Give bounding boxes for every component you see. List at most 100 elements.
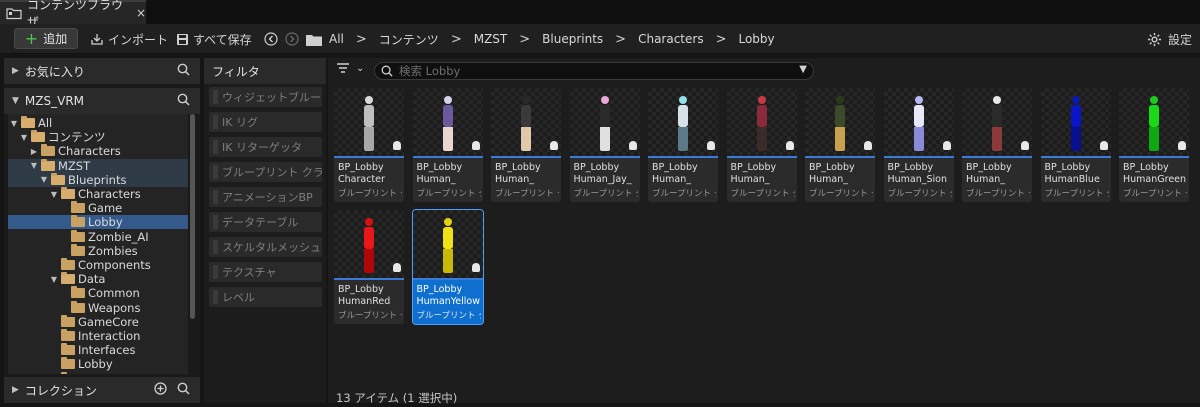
asset-type-bar [962, 156, 1032, 158]
expand-arrow-icon[interactable]: ▼ [50, 275, 58, 284]
tree-folder-item[interactable]: Zombies [8, 243, 188, 258]
filter-chip[interactable]: IK リターゲッタ [209, 137, 322, 157]
asset-tile[interactable]: BP_LobbyHuman_Sion ブループリント クラス [883, 88, 954, 202]
tree-folder-item[interactable]: Interfaces [8, 343, 188, 357]
breadcrumb-separator-icon[interactable]: > [615, 32, 626, 47]
close-icon[interactable]: × [136, 6, 146, 20]
filter-chip[interactable]: ブループリント クラス [209, 162, 322, 182]
asset-name-line1: BP_Lobby [338, 162, 384, 173]
back-button[interactable] [264, 29, 278, 49]
tree-folder-item[interactable]: MainMenu [8, 371, 188, 374]
tree-folder-item[interactable]: Common [8, 286, 188, 300]
breadcrumb-item[interactable]: コンテンツ [379, 31, 439, 48]
tree-folder-item[interactable]: ▼ Blueprints [8, 172, 188, 187]
breadcrumb-separator-icon[interactable]: > [716, 32, 727, 47]
tree-folder-item[interactable]: Zombie_AI [8, 229, 188, 244]
expand-arrow-icon[interactable]: ▼ [20, 133, 28, 142]
expand-arrow-icon[interactable]: ▼ [50, 190, 58, 199]
collections-header[interactable]: ▶ コレクション [4, 377, 200, 403]
chevron-down-icon[interactable]: ▼ [799, 64, 807, 75]
asset-name: BP_Lobby Human_ [809, 162, 873, 186]
asset-tile[interactable]: BP_LobbyHuman_ ブループリント クラス [962, 88, 1032, 202]
add-button[interactable]: + 追加 [14, 28, 78, 49]
expand-arrow-icon[interactable]: ▼ [40, 175, 48, 184]
tree-folder-item[interactable]: ▼ コンテンツ [8, 130, 188, 144]
search-icon[interactable] [177, 93, 190, 106]
asset-thumbnail [334, 210, 404, 278]
breadcrumb-item[interactable]: All [329, 32, 344, 46]
tree-folder-label: Data [78, 272, 106, 287]
expand-arrow-icon[interactable]: ▼ [30, 161, 38, 170]
asset-name: BP_Lobby Human_ [417, 162, 481, 186]
tree-folder-item[interactable]: GameCore [8, 314, 188, 329]
search-icon[interactable] [177, 63, 190, 76]
tree-folder-item[interactable]: Lobby [8, 215, 188, 230]
character-figure-icon [441, 218, 455, 274]
filter-color-bar [213, 165, 218, 179]
filter-chip[interactable]: ウィジェットブループリント [209, 87, 322, 107]
breadcrumb-separator-icon[interactable]: > [519, 32, 530, 47]
asset-tile[interactable]: BP_LobbyHuman_ ブループリント クラス [726, 88, 797, 202]
collapse-arrow-icon[interactable]: ▶ [30, 147, 38, 156]
skeleton-icon [550, 141, 558, 150]
tree-folder-item[interactable]: ▼ All [8, 116, 188, 130]
filter-chip[interactable]: レベル [209, 287, 322, 307]
settings-button[interactable]: 設定 [1147, 29, 1192, 49]
asset-name-line2: Human_ [966, 174, 1006, 185]
tree-folder-item[interactable]: ▼ Characters [8, 187, 188, 201]
asset-tile[interactable]: BP_LobbyHuman_ ブループリント クラス [491, 88, 561, 202]
add-collection-icon[interactable] [154, 382, 167, 395]
tree-folder-item[interactable]: ▼ MZST [8, 158, 188, 173]
filter-chip[interactable]: IK リグ [209, 112, 322, 132]
content-browser-tab[interactable]: コンテンツブラウザ × [0, 0, 146, 29]
tree-folder-item[interactable]: Weapons [8, 300, 188, 315]
asset-type: ブループリント クラス [338, 311, 402, 321]
asset-tile[interactable]: BP_LobbyHumanRed ブループリント クラス [334, 210, 404, 324]
tree-folder-item[interactable]: ▼ Data [8, 272, 188, 286]
asset-type: ブループリント クラス [966, 189, 1030, 199]
filter-dropdown-button[interactable]: ⌄ [336, 62, 364, 74]
import-button[interactable]: インポート [90, 29, 168, 49]
project-header[interactable]: ▼ MZS_VRM [4, 88, 200, 114]
tree-folder-item[interactable]: Components [8, 258, 188, 272]
tree-folder-item[interactable]: ▶ Characters [8, 144, 188, 158]
filter-color-bar [213, 290, 218, 304]
breadcrumb-item[interactable]: Lobby [738, 32, 774, 46]
asset-tile[interactable]: BP_LobbyHuman_ ブループリント クラス [805, 88, 875, 202]
filter-chip[interactable]: アニメーションBP [209, 187, 322, 207]
breadcrumb-item[interactable]: MZST [474, 32, 508, 46]
asset-name-line1: BP_Lobby [495, 162, 541, 173]
save-all-button[interactable]: すべて保存 [176, 29, 252, 49]
filter-chip[interactable]: データテーブル [209, 212, 322, 232]
folder-icon [61, 187, 75, 199]
folder-tree[interactable]: ▼ All ▼ コンテンツ ▶ Characters ▼ MZST ▼ Blueprints ▼ Ch… [8, 114, 188, 374]
breadcrumb-separator-icon[interactable]: > [451, 32, 462, 47]
asset-name: BP_Lobby Character [338, 162, 402, 186]
forward-button[interactable] [285, 29, 299, 49]
asset-tile[interactable]: BP_LobbyHumanBlue ブループリント クラス [1040, 88, 1111, 202]
search-input[interactable]: 検索 Lobby ▼ [374, 62, 814, 80]
asset-tile[interactable]: BP_LobbyHuman_Jay_ ブループリント クラス [569, 88, 640, 202]
favorites-header[interactable]: ▶ お気に入り [4, 58, 200, 84]
tree-scrollbar[interactable] [190, 114, 195, 319]
breadcrumb-separator-icon[interactable]: > [356, 32, 367, 47]
tree-folder-item[interactable]: Lobby [8, 357, 188, 371]
asset-tile[interactable]: BP_LobbyHuman_ ブループリント クラス [412, 88, 483, 202]
character-figure-icon [1069, 96, 1083, 152]
asset-tile[interactable]: BP_LobbyHumanYellow ブループリント クラス [411, 209, 484, 325]
tree-folder-label: Weapons [88, 300, 141, 315]
asset-tile[interactable]: BP_LobbyHuman_ ブループリント クラス [648, 88, 718, 202]
forward-arrow-icon [285, 32, 299, 46]
search-icon[interactable] [177, 382, 190, 395]
save-all-button-label: すべて保存 [193, 32, 252, 47]
asset-tile[interactable]: BP_LobbyHumanGreen ブループリント クラス [1119, 88, 1189, 202]
filter-chip[interactable]: テクスチャ [209, 262, 322, 282]
tree-folder-item[interactable]: Interaction [8, 329, 188, 343]
breadcrumb-item[interactable]: Characters [638, 32, 704, 46]
breadcrumb-item[interactable]: Blueprints [542, 32, 603, 46]
expand-arrow-icon[interactable]: ▼ [10, 119, 18, 128]
asset-tile[interactable]: BP_LobbyCharacter ブループリント クラス [334, 88, 404, 202]
filter-chip[interactable]: スケルタルメッシュ [209, 237, 322, 257]
collections-label: コレクション [24, 383, 97, 398]
tree-folder-item[interactable]: Game [8, 201, 188, 215]
